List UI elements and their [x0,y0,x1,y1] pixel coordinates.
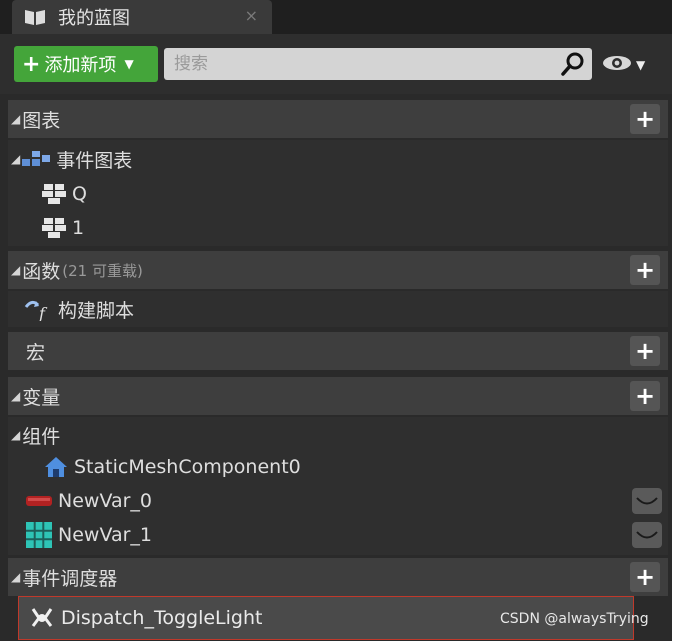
list-item-label: StaticMeshComponent0 [74,456,301,478]
section-dispatchers-header[interactable]: ◢ 事件调度器 + [8,558,668,596]
expand-arrow-icon: ◢ [11,112,21,126]
list-item[interactable]: NewVar_1 [26,518,672,552]
chevron-down-icon[interactable] [632,488,662,514]
tree-item-label: 组件 [22,425,61,448]
expand-arrow-icon: ◢ [11,570,21,584]
svg-text:f: f [38,304,48,321]
tab-title: 我的蓝图 [58,8,130,29]
close-icon[interactable]: × [245,6,258,25]
tree-item-components[interactable]: ◢ 组件 [8,418,668,452]
list-item[interactable]: f 构建脚本 [24,292,672,326]
list-item-label: 构建脚本 [58,299,135,322]
tab-my-blueprint[interactable]: 我的蓝图 × [12,0,272,34]
section-functions-body: f 构建脚本 [8,291,668,327]
variable-grid-icon [26,522,52,548]
list-item-label: NewVar_1 [58,524,153,546]
add-macro-button[interactable]: + [630,336,660,366]
add-variable-button[interactable]: + [630,381,660,411]
search-box [164,48,592,80]
tree-item-event-graph[interactable]: ◢ 事件图表 [8,142,668,176]
section-graphs-body: ◢ 事件图表 Q 1 [8,140,668,246]
add-function-button[interactable]: + [630,255,660,285]
caret-down-icon: ▼ [636,58,646,72]
section-variables-header[interactable]: ◢ 变量 + [8,377,668,415]
eye-icon [602,54,632,76]
list-item-label: NewVar_0 [58,490,153,512]
section-functions-header[interactable]: ◢ 函数 (21 可重载) + [8,251,668,289]
section-title: 宏 [26,341,46,364]
event-graph-icon [22,149,51,169]
list-item-label: Dispatch_ToggleLight [61,607,263,629]
section-title: 图表 [22,109,61,132]
overridable-count: (21 可重载) [62,261,143,280]
section-title: 变量 [22,386,61,409]
function-icon: f [24,297,52,321]
plus-icon: + [22,51,41,77]
search-icon[interactable] [560,51,586,81]
node-icon [42,183,66,205]
list-item-label: 1 [72,217,85,239]
list-item[interactable]: 1 [42,211,672,245]
expand-arrow-icon: ◢ [11,389,21,403]
section-graphs-header[interactable]: ◢ 图表 + [8,100,668,138]
watermark: CSDN @alwaysTrying [500,611,649,627]
my-blueprint-panel: 我的蓝图 × + 添加新项 ▼ 搜索 ▼ ◢ 图表 + ◢ 事件图表 Q 1 ◢… [0,0,672,641]
list-item[interactable]: Q [42,177,672,211]
tree-item-label: 事件图表 [56,149,133,172]
section-variables-body: ◢ 组件 StaticMeshComponent0 NewVar_0 NewVa… [8,417,668,555]
chevron-down-icon[interactable] [632,522,662,548]
section-title: 函数 [22,260,61,283]
view-options-button[interactable]: ▼ [602,54,645,76]
expand-arrow-icon: ◢ [11,428,21,442]
expand-arrow-icon: ◢ [11,263,21,277]
add-dispatcher-button[interactable]: + [630,562,660,592]
expand-arrow-icon: ◢ [11,152,21,166]
book-icon [24,7,46,27]
section-macros-header[interactable]: 宏 + [8,332,668,370]
house-icon [44,455,68,479]
list-item-label: Q [72,183,87,205]
section-title: 事件调度器 [22,567,118,590]
variable-red-icon [26,494,52,508]
dispatcher-icon [29,606,55,630]
list-item[interactable]: NewVar_0 [26,484,672,518]
caret-down-icon: ▼ [124,57,134,71]
add-new-label: 添加新项 [44,55,117,76]
tab-bar: 我的蓝图 × [0,0,672,34]
add-graph-button[interactable]: + [630,104,660,134]
search-input[interactable] [172,53,556,75]
list-item[interactable]: StaticMeshComponent0 [44,450,672,484]
node-icon [42,217,66,239]
add-new-button[interactable]: + 添加新项 ▼ [14,46,158,82]
toolbar: + 添加新项 ▼ ▼ [0,34,672,94]
